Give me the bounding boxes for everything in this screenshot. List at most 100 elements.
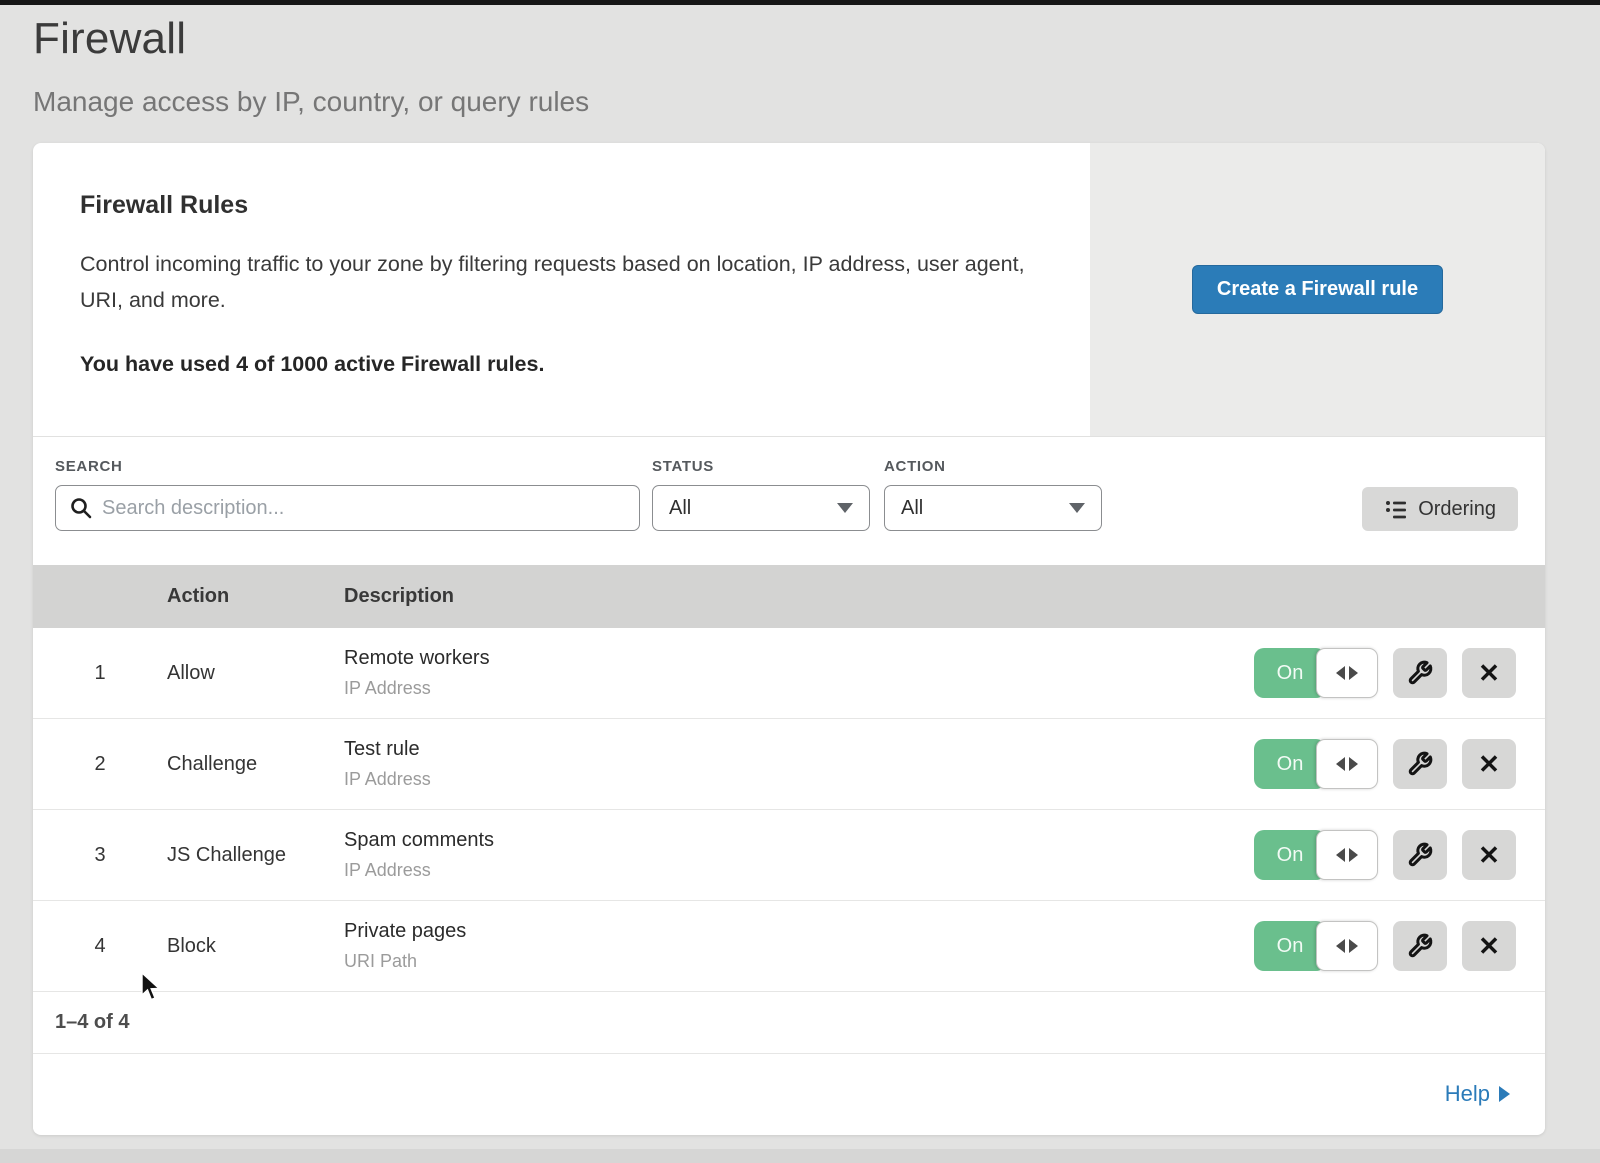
search-label: SEARCH: [55, 458, 640, 475]
toggle-knob[interactable]: [1316, 648, 1378, 698]
edit-rule-button[interactable]: [1393, 921, 1447, 971]
action-field: ACTION All: [884, 458, 1102, 531]
edit-rule-button[interactable]: [1393, 739, 1447, 789]
action-selected-value: All: [901, 497, 923, 520]
delete-rule-button[interactable]: ✕: [1462, 921, 1516, 971]
rule-priority: 4: [33, 935, 167, 958]
description-column-header: Description: [344, 585, 1545, 608]
rule-enabled-toggle[interactable]: On: [1254, 921, 1378, 971]
x-icon: ✕: [1478, 931, 1500, 962]
table-row: 4 Block Private pages URI Path On ✕: [33, 901, 1545, 992]
rules-description: Control incoming traffic to your zone by…: [80, 246, 1040, 318]
status-selected-value: All: [669, 497, 691, 520]
rules-intro-text: Firewall Rules Control incoming traffic …: [33, 143, 1090, 436]
help-link[interactable]: Help: [1445, 1081, 1510, 1107]
rule-match-field: IP Address: [344, 678, 1254, 699]
pagination-row: 1–4 of 4: [33, 992, 1545, 1053]
wrench-icon: [1407, 751, 1433, 777]
page-title: Firewall: [33, 14, 1600, 64]
rules-heading: Firewall Rules: [80, 191, 1050, 220]
arrow-left-icon: [1336, 939, 1345, 953]
rules-usage-count: You have used 4 of 1000 active Firewall …: [80, 352, 1050, 377]
wrench-icon: [1407, 842, 1433, 868]
card-footer: Help: [33, 1053, 1545, 1133]
wrench-icon: [1407, 660, 1433, 686]
rule-description: Test rule: [344, 738, 1254, 761]
filter-bar: SEARCH STATUS All ACTION All: [33, 437, 1545, 565]
create-firewall-rule-button[interactable]: Create a Firewall rule: [1192, 265, 1443, 314]
arrow-left-icon: [1336, 666, 1345, 680]
wrench-icon: [1407, 933, 1433, 959]
screen-top-border: [0, 0, 1600, 5]
table-row: 2 Challenge Test rule IP Address On ✕: [33, 719, 1545, 810]
arrow-right-icon: [1349, 666, 1358, 680]
search-icon: [69, 496, 93, 520]
rule-action: Challenge: [167, 753, 344, 776]
edit-rule-button[interactable]: [1393, 648, 1447, 698]
table-header: Action Description: [33, 565, 1545, 628]
x-icon: ✕: [1478, 658, 1500, 689]
rule-enabled-toggle[interactable]: On: [1254, 648, 1378, 698]
rule-description-cell: Private pages URI Path: [344, 920, 1254, 972]
toggle-knob[interactable]: [1316, 921, 1378, 971]
help-link-label: Help: [1445, 1081, 1490, 1107]
search-input-wrap: [55, 485, 640, 531]
delete-rule-button[interactable]: ✕: [1462, 830, 1516, 880]
arrow-right-icon: [1499, 1086, 1510, 1102]
action-column-header: Action: [167, 585, 344, 608]
status-select[interactable]: All: [652, 485, 870, 531]
x-icon: ✕: [1478, 749, 1500, 780]
pagination-text: 1–4 of 4: [55, 1011, 129, 1034]
arrow-right-icon: [1349, 757, 1358, 771]
rule-description-cell: Spam comments IP Address: [344, 829, 1254, 881]
toggle-knob[interactable]: [1316, 830, 1378, 880]
rule-match-field: IP Address: [344, 769, 1254, 790]
chevron-down-icon: [1069, 503, 1085, 513]
arrow-right-icon: [1349, 939, 1358, 953]
action-select[interactable]: All: [884, 485, 1102, 531]
search-field: SEARCH: [55, 458, 640, 531]
edit-rule-button[interactable]: [1393, 830, 1447, 880]
rule-action: Block: [167, 935, 344, 958]
toggle-knob[interactable]: [1316, 739, 1378, 789]
table-row: 1 Allow Remote workers IP Address On ✕: [33, 628, 1545, 719]
arrow-left-icon: [1336, 757, 1345, 771]
ordering-button-label: Ordering: [1418, 498, 1496, 521]
status-field: STATUS All: [652, 458, 870, 531]
search-input[interactable]: [55, 485, 640, 531]
rule-controls: On ✕: [1254, 830, 1545, 880]
rule-controls: On ✕: [1254, 739, 1545, 789]
action-label: ACTION: [884, 458, 1102, 475]
rule-enabled-toggle[interactable]: On: [1254, 739, 1378, 789]
rule-controls: On ✕: [1254, 648, 1545, 698]
list-ordering-icon: [1384, 497, 1408, 521]
create-rule-panel: Create a Firewall rule: [1090, 143, 1545, 436]
rule-priority: 3: [33, 844, 167, 867]
page-header: Firewall Manage access by IP, country, o…: [0, 0, 1600, 118]
rule-description: Spam comments: [344, 829, 1254, 852]
rule-description-cell: Test rule IP Address: [344, 738, 1254, 790]
rule-match-field: URI Path: [344, 951, 1254, 972]
x-icon: ✕: [1478, 840, 1500, 871]
table-row: 3 JS Challenge Spam comments IP Address …: [33, 810, 1545, 901]
page-subtitle: Manage access by IP, country, or query r…: [33, 86, 1600, 118]
firewall-rules-card: Firewall Rules Control incoming traffic …: [33, 143, 1545, 1135]
rule-priority: 2: [33, 753, 167, 776]
rule-description: Private pages: [344, 920, 1254, 943]
chevron-down-icon: [837, 503, 853, 513]
arrow-left-icon: [1336, 848, 1345, 862]
ordering-button[interactable]: Ordering: [1362, 487, 1518, 531]
rules-intro-section: Firewall Rules Control incoming traffic …: [33, 143, 1545, 437]
rule-description: Remote workers: [344, 647, 1254, 670]
status-label: STATUS: [652, 458, 870, 475]
rule-action: Allow: [167, 662, 344, 685]
rule-controls: On ✕: [1254, 921, 1545, 971]
rule-match-field: IP Address: [344, 860, 1254, 881]
rule-enabled-toggle[interactable]: On: [1254, 830, 1378, 880]
rule-description-cell: Remote workers IP Address: [344, 647, 1254, 699]
rule-priority: 1: [33, 662, 167, 685]
screen-bottom-border: [0, 1149, 1600, 1163]
arrow-right-icon: [1349, 848, 1358, 862]
delete-rule-button[interactable]: ✕: [1462, 739, 1516, 789]
delete-rule-button[interactable]: ✕: [1462, 648, 1516, 698]
